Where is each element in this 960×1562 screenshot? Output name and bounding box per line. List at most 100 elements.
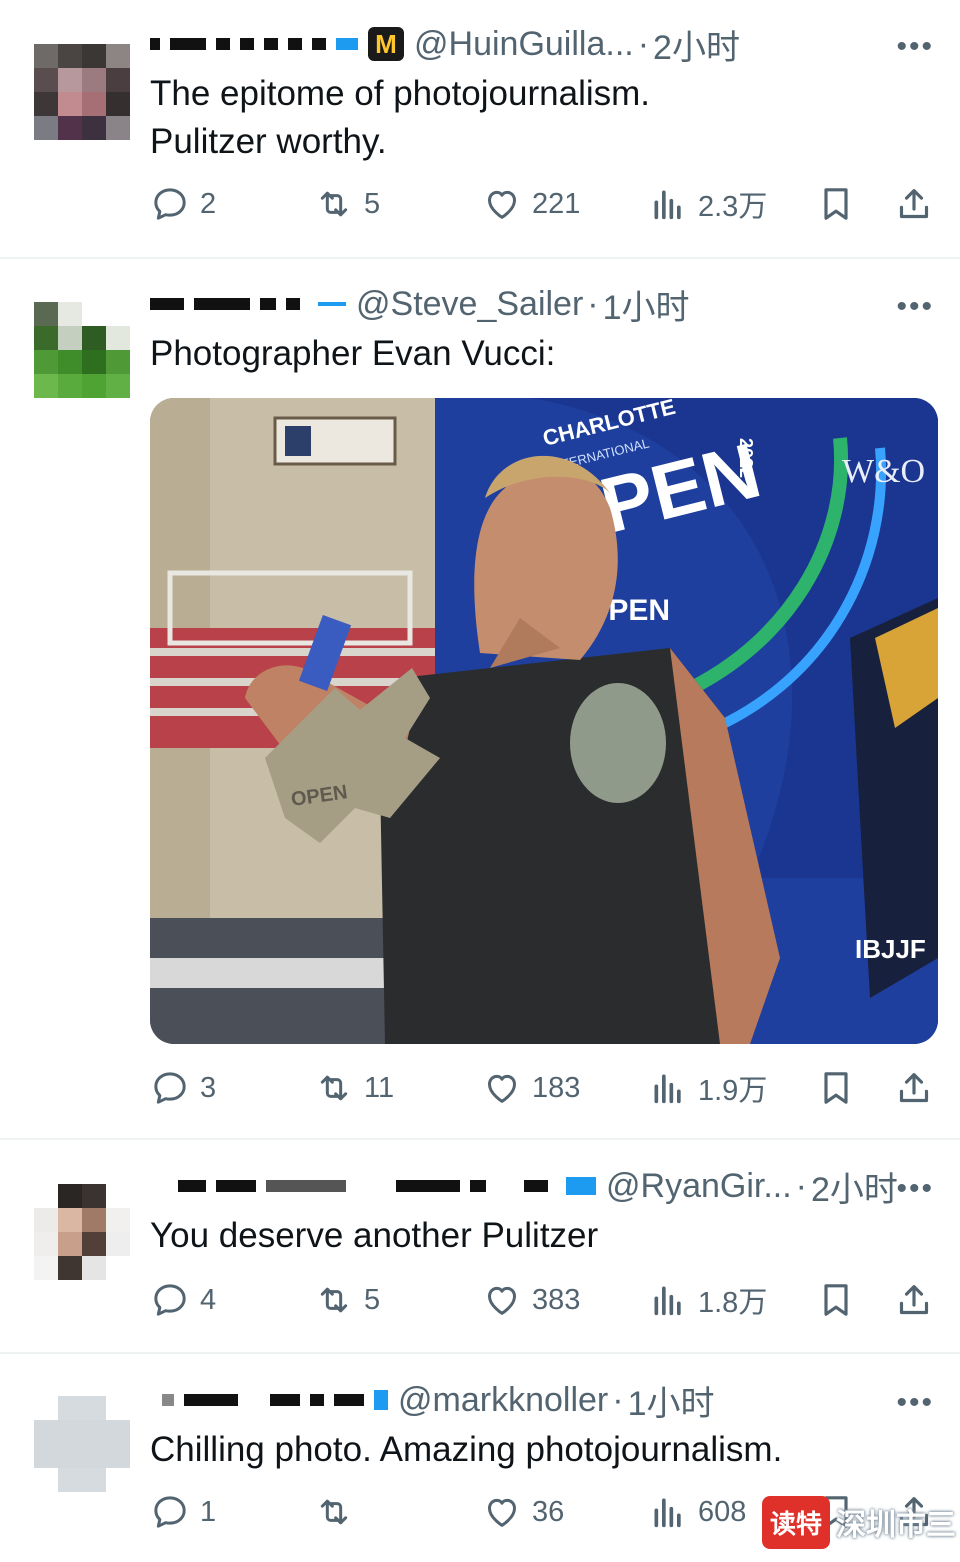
user-handle[interactable]: @RyanGir... <box>606 1167 792 1206</box>
reply-button[interactable]: 4 <box>150 1278 216 1322</box>
bookmark-icon <box>816 1068 856 1108</box>
share-button[interactable] <box>894 182 934 226</box>
like-button[interactable]: 383 <box>482 1278 580 1322</box>
more-icon[interactable]: ••• <box>896 30 934 64</box>
views-button[interactable]: 608 <box>648 1490 746 1534</box>
tweet-actions: 4 5 383 1.8万 <box>150 1278 940 1322</box>
tweet-text-line: Photographer Evan Vucci: <box>150 334 556 373</box>
share-button[interactable] <box>894 1278 934 1322</box>
more-icon[interactable]: ••• <box>896 1386 934 1420</box>
retweet-icon <box>314 1280 354 1320</box>
bookmark-icon <box>816 1280 856 1320</box>
views-button[interactable]: 1.8万 <box>648 1278 767 1322</box>
avatar[interactable] <box>34 302 130 398</box>
reply-count: 1 <box>200 1495 217 1528</box>
views-button[interactable]: 1.9万 <box>648 1066 767 1110</box>
bookmark-button[interactable] <box>816 182 856 226</box>
avatar[interactable] <box>34 44 130 140</box>
reply-icon <box>150 184 190 224</box>
reply-button[interactable]: 2 <box>150 182 216 226</box>
reply-icon <box>150 1492 190 1532</box>
tweet[interactable]: @RyanGir... · 2小时 ••• You deserve anothe… <box>0 1140 960 1352</box>
reply-button[interactable]: 3 <box>150 1066 216 1110</box>
photo-illustration: CHARLOTTE INTERNATIONAL OPEN 2022 OPEN W… <box>150 398 938 1044</box>
bookmark-button[interactable] <box>816 1066 856 1110</box>
floor-text: IBJJF <box>855 934 926 964</box>
share-button[interactable] <box>894 1066 934 1110</box>
like-count: 36 <box>532 1495 565 1528</box>
separator-dot: · <box>637 24 650 63</box>
like-count: 383 <box>532 1283 581 1316</box>
views-icon <box>648 1068 688 1108</box>
tweet-text: You deserve another Pulitzer <box>150 1212 598 1260</box>
retweet-count: 11 <box>364 1071 395 1104</box>
reply-count: 3 <box>200 1071 217 1104</box>
redacted-display-name <box>150 1390 388 1410</box>
user-handle[interactable]: @HuinGuilla... <box>414 25 634 64</box>
user-handle[interactable]: @markknoller <box>398 1381 608 1420</box>
like-button[interactable]: 183 <box>482 1066 580 1110</box>
reply-icon <box>150 1068 190 1108</box>
retweet-icon <box>314 1068 354 1108</box>
share-icon <box>894 1068 934 1108</box>
tweet-text: Photographer Evan Vucci: <box>150 330 555 378</box>
share-icon <box>894 184 934 224</box>
share-icon <box>894 1280 934 1320</box>
redacted-display-name <box>150 38 358 50</box>
retweet-icon <box>314 184 354 224</box>
tweet-text-line: Pulitzer worthy. <box>150 122 387 161</box>
user-handle[interactable]: @Steve_Sailer <box>356 285 583 324</box>
tweet[interactable]: @Steve_Sailer · 1小时 ••• Photographer Eva… <box>0 258 960 1138</box>
views-count: 608 <box>698 1495 747 1528</box>
tweet-text-line: Chilling photo. Amazing photojournalism. <box>150 1430 783 1469</box>
reply-icon <box>150 1280 190 1320</box>
like-icon <box>482 184 522 224</box>
timestamp[interactable]: 1小时 <box>603 280 690 329</box>
like-icon <box>482 1492 522 1532</box>
tweet-text: Chilling photo. Amazing photojournalism. <box>150 1426 782 1474</box>
like-count: 221 <box>532 187 581 220</box>
watermark: 读特 深圳市三 <box>762 1494 956 1550</box>
views-count: 1.9万 <box>698 1075 768 1107</box>
tweet-actions: 3 11 183 1.9万 <box>150 1066 940 1110</box>
brand-badge-icon: M <box>368 27 404 61</box>
tweet-photo[interactable]: CHARLOTTE INTERNATIONAL OPEN 2022 OPEN W… <box>150 398 938 1044</box>
like-button[interactable]: 221 <box>482 182 580 226</box>
views-icon <box>648 184 688 224</box>
tweet-actions: 2 5 221 2.3万 <box>150 182 940 226</box>
separator-dot: · <box>612 1380 624 1419</box>
timestamp[interactable]: 2小时 <box>653 20 740 69</box>
views-count: 1.8万 <box>698 1287 768 1319</box>
more-icon[interactable]: ••• <box>896 1172 934 1206</box>
reply-count: 4 <box>200 1283 217 1316</box>
retweet-icon <box>314 1492 354 1532</box>
more-icon[interactable]: ••• <box>896 290 934 324</box>
views-icon <box>648 1280 688 1320</box>
avatar[interactable] <box>34 1184 130 1280</box>
retweet-button[interactable]: 11 <box>314 1066 394 1110</box>
tweet-header: M @HuinGuilla... · 2小时 <box>150 20 740 69</box>
timestamp[interactable]: 1小时 <box>628 1376 715 1425</box>
bookmark-icon <box>816 184 856 224</box>
avatar[interactable] <box>34 1396 130 1492</box>
timestamp[interactable]: 2小时 <box>811 1162 898 1211</box>
like-button[interactable]: 36 <box>482 1490 564 1534</box>
tweet-header: @RyanGir... · 2小时 <box>150 1162 898 1211</box>
reply-count: 2 <box>200 187 217 220</box>
watermark-badge: 读特 <box>762 1495 831 1549</box>
tweet-text: The epitome of photojournalism. Pulitzer… <box>150 70 650 166</box>
retweet-button[interactable]: 5 <box>314 1278 380 1322</box>
bookmark-button[interactable] <box>816 1278 856 1322</box>
like-icon <box>482 1068 522 1108</box>
watermark-text: 深圳市三 <box>836 1509 957 1542</box>
reply-button[interactable]: 1 <box>150 1490 216 1534</box>
like-icon <box>482 1280 522 1320</box>
retweet-button[interactable]: 5 <box>314 182 380 226</box>
views-icon <box>648 1492 688 1532</box>
tweet-header: @Steve_Sailer · 1小时 <box>150 280 690 329</box>
views-button[interactable]: 2.3万 <box>648 182 767 226</box>
tweet[interactable]: M @HuinGuilla... · 2小时 ••• The epitome o… <box>0 0 960 258</box>
retweet-button[interactable] <box>314 1490 364 1534</box>
separator-dot: · <box>795 1166 807 1205</box>
retweet-count: 5 <box>364 187 381 220</box>
